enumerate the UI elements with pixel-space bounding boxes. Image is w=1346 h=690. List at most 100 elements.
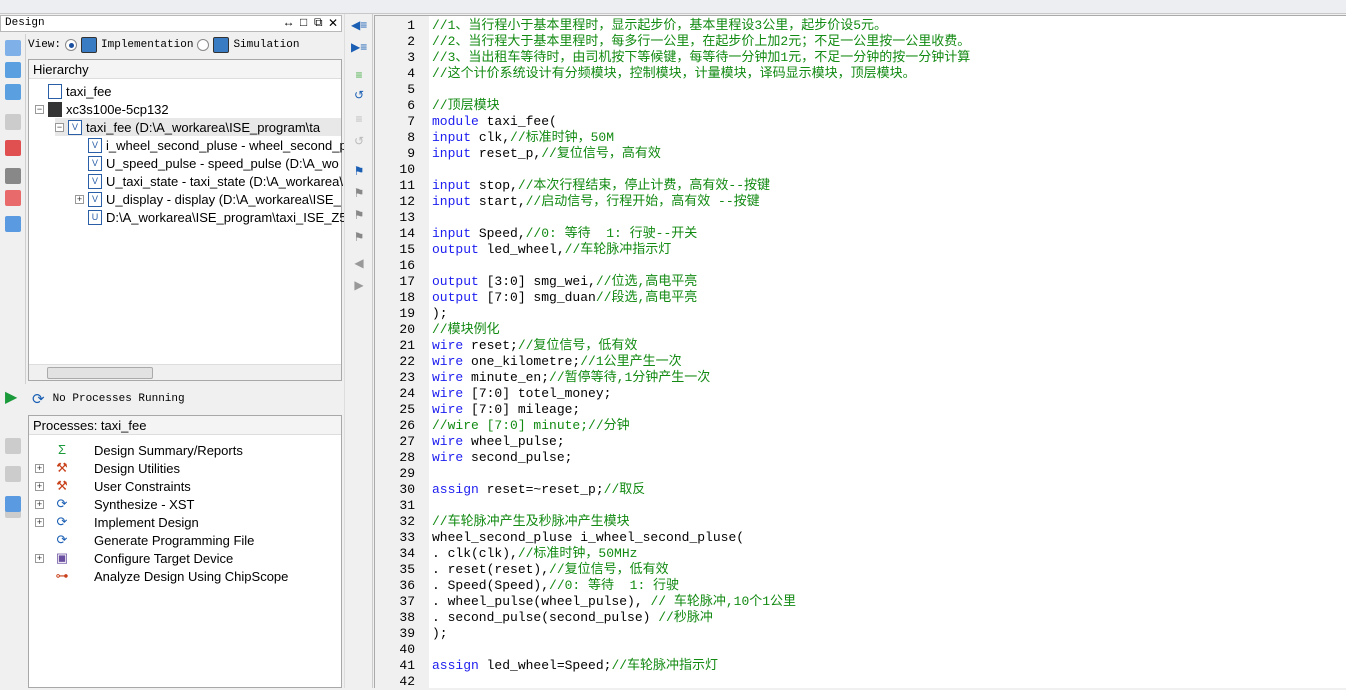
clear-bookmark-icon[interactable]: ⚑	[351, 230, 367, 244]
close-button[interactable]: ✕	[328, 16, 338, 31]
hierarchy-item[interactable]: V U_taxi_state - taxi_state (D:\A_workare…	[75, 172, 343, 190]
code-text[interactable]: output led_wheel,//车轮脉冲指示灯	[432, 242, 671, 258]
code-text[interactable]: //2、当行程大于基本里程时，每多行一公里，在起步价上加2元；不足一公里按一公里…	[432, 34, 970, 50]
disabled-icon[interactable]: ↺	[351, 134, 367, 148]
process-item[interactable]: ⟳ Generate Programming File	[35, 531, 255, 549]
code-text[interactable]: assign led_wheel=Speed;//车轮脉冲指示灯	[432, 658, 718, 674]
next-bookmark-icon[interactable]: ⚑	[351, 186, 367, 200]
code-text[interactable]: wire minute_en;//暂停等待,1分钟产生一次	[432, 370, 710, 386]
run-icon[interactable]: ▶	[5, 390, 21, 406]
remove-source-icon[interactable]	[5, 140, 21, 156]
hierarchy-item[interactable]: U D:\A_workarea\ISE_program\taxi_ISE_Z5	[75, 208, 347, 226]
indent-left-icon[interactable]: ◀≡	[351, 18, 367, 32]
back-icon[interactable]: ◀	[351, 256, 367, 270]
add-source-icon[interactable]	[5, 62, 21, 78]
rerun-icon[interactable]	[5, 438, 21, 454]
maximize-button[interactable]: □	[300, 16, 307, 30]
code-text[interactable]: //顶层模块	[432, 98, 500, 114]
code-text[interactable]: . reset(reset),//复位信号，低有效	[432, 562, 669, 578]
line-number: 34	[399, 546, 415, 561]
process-item[interactable]: + ⟳ Synthesize - XST	[35, 495, 194, 513]
code-text[interactable]: wire wheel_pulse;	[432, 434, 565, 450]
forward-icon[interactable]: ▶	[351, 278, 367, 292]
expander-icon[interactable]: +	[75, 194, 84, 204]
code-text[interactable]: wire second_pulse;	[432, 450, 572, 466]
code-text[interactable]: wire [7:0] mileage;	[432, 402, 580, 418]
code-text[interactable]: //车轮脉冲产生及秒脉冲产生模块	[432, 514, 630, 530]
line-number: 35	[399, 562, 415, 577]
layout-icon[interactable]	[5, 496, 21, 512]
new-source-icon[interactable]	[5, 40, 21, 56]
code-text[interactable]: module taxi_fee(	[432, 114, 557, 130]
restore-button[interactable]: ⧉	[314, 16, 323, 30]
process-item[interactable]: + ▣ Configure Target Device	[35, 549, 233, 567]
code-text[interactable]: //3、当出租车等待时，由司机按下等候键，每等待一分钟加1元，不足一分钟的按一分…	[432, 50, 970, 66]
add-copy-source-icon[interactable]	[5, 84, 21, 100]
code-text[interactable]: output [3:0] smg_wei,//位选,高电平亮	[432, 274, 697, 290]
code-text[interactable]: assign reset=~reset_p;//取反	[432, 482, 645, 498]
scrollbar-thumb[interactable]	[47, 367, 153, 379]
hierarchy-item[interactable]: − xc3s100e-5cp132	[35, 100, 169, 118]
check-icon[interactable]	[5, 190, 21, 206]
code-text[interactable]: output [7:0] smg_duan//段选,高电平亮	[432, 290, 697, 306]
code-text[interactable]: //这个计价系统设计有分频模块，控制模块，计量模块，译码显示模块，顶层模块。	[432, 66, 916, 82]
hierarchy-item[interactable]: + V U_display - display (D:\A_workarea\ISE…	[75, 190, 341, 208]
code-text[interactable]: //模块例化	[432, 322, 500, 338]
process-item-label: Generate Programming File	[94, 532, 255, 548]
code-text[interactable]: );	[432, 306, 448, 322]
process-item[interactable]: Σ Design Summary/Reports	[35, 441, 243, 459]
line-number: 4	[407, 66, 415, 81]
bookmark-icon[interactable]: ⚑	[351, 164, 367, 178]
code-text[interactable]: //wire [7:0] minute;//分钟	[432, 418, 630, 434]
expander-icon[interactable]: +	[35, 463, 44, 473]
expander-icon[interactable]: +	[35, 499, 44, 509]
verilog-file-icon: V	[88, 173, 102, 189]
layout-icon[interactable]	[5, 216, 21, 232]
hierarchy-item[interactable]: V U_speed_pulse - speed_pulse (D:\A_wo	[75, 154, 339, 172]
code-text[interactable]: input Speed,//0: 等待 1: 行驶--开关	[432, 226, 697, 242]
hierarchy-item[interactable]: Vi_wheel_second_pluse - wheel_second_p	[75, 136, 347, 154]
disabled-icon[interactable]: ≡	[351, 112, 367, 126]
hierarchy-item[interactable]: − Vtaxi_fee (D:\A_workarea\ISE_program\ta	[55, 118, 341, 136]
process-item[interactable]: ⊶ Analyze Design Using ChipScope	[35, 567, 289, 585]
code-text[interactable]: . Speed(Speed),//0: 等待 1: 行驶	[432, 578, 679, 594]
expander-icon[interactable]: −	[35, 104, 44, 114]
implementation-label[interactable]: Implementation	[101, 39, 193, 51]
hierarchy-item[interactable]: taxi_fee	[35, 82, 112, 100]
process-status-text: No Processes Running	[52, 393, 185, 405]
expander-icon[interactable]: −	[55, 122, 64, 132]
process-item[interactable]: + ⚒ User Constraints	[35, 477, 191, 495]
code-token: );	[432, 306, 448, 321]
code-text[interactable]: . clk(clk),//标准时钟，50MHz	[432, 546, 637, 562]
code-text[interactable]: input clk,//标准时钟，50M	[432, 130, 614, 146]
simulation-label[interactable]: Simulation	[233, 39, 299, 51]
code-text[interactable]: wheel_second_pluse i_wheel_second_pluse(	[432, 530, 744, 546]
expander-icon[interactable]: +	[35, 553, 44, 563]
code-text[interactable]: . second_pulse(second_pulse) //秒脉冲	[432, 610, 713, 626]
code-text[interactable]: wire one_kilometre;//1公里产生一次	[432, 354, 682, 370]
code-text[interactable]: input stop,//本次行程结束，停止计费，高有效--按键	[432, 178, 770, 194]
properties-icon[interactable]	[5, 168, 21, 184]
code-text[interactable]: input start,//启动信号，行程开始，高有效 --按键	[432, 194, 760, 210]
code-text[interactable]: input reset_p,//复位信号，高有效	[432, 146, 661, 162]
prev-bookmark-icon[interactable]: ⚑	[351, 208, 367, 222]
module-view-icon[interactable]	[5, 114, 21, 130]
process-item[interactable]: + ⟳ Implement Design	[35, 513, 199, 531]
indent-right-icon[interactable]: ▶≡	[351, 40, 367, 54]
code-text[interactable]: wire [7:0] totel_money;	[432, 386, 611, 402]
stop-icon[interactable]	[5, 466, 21, 482]
implementation-radio[interactable]	[65, 39, 78, 51]
process-item[interactable]: + ⚒ Design Utilities	[35, 459, 180, 477]
code-editor[interactable]: 1 //1、当行程小于基本里程时，显示起步价，基本里程设3公里，起步价设5元。 2 /…	[374, 15, 1346, 689]
expander-icon[interactable]: +	[35, 481, 44, 491]
hierarchy-horizontal-scrollbar[interactable]	[29, 364, 341, 380]
comment-icon[interactable]: ≡	[351, 68, 367, 82]
expander-icon[interactable]: +	[35, 517, 44, 527]
code-text[interactable]: );	[432, 626, 448, 642]
code-text[interactable]: //1、当行程小于基本里程时，显示起步价，基本里程设3公里，起步价设5元。	[432, 18, 887, 34]
float-button[interactable]: ↔	[285, 16, 292, 30]
code-text[interactable]: . wheel_pulse(wheel_pulse), // 车轮脉冲,10个1…	[432, 594, 796, 610]
code-text[interactable]: wire reset;//复位信号，低有效	[432, 338, 637, 354]
uncomment-icon[interactable]: ↺	[351, 88, 367, 102]
simulation-radio[interactable]	[197, 39, 210, 51]
